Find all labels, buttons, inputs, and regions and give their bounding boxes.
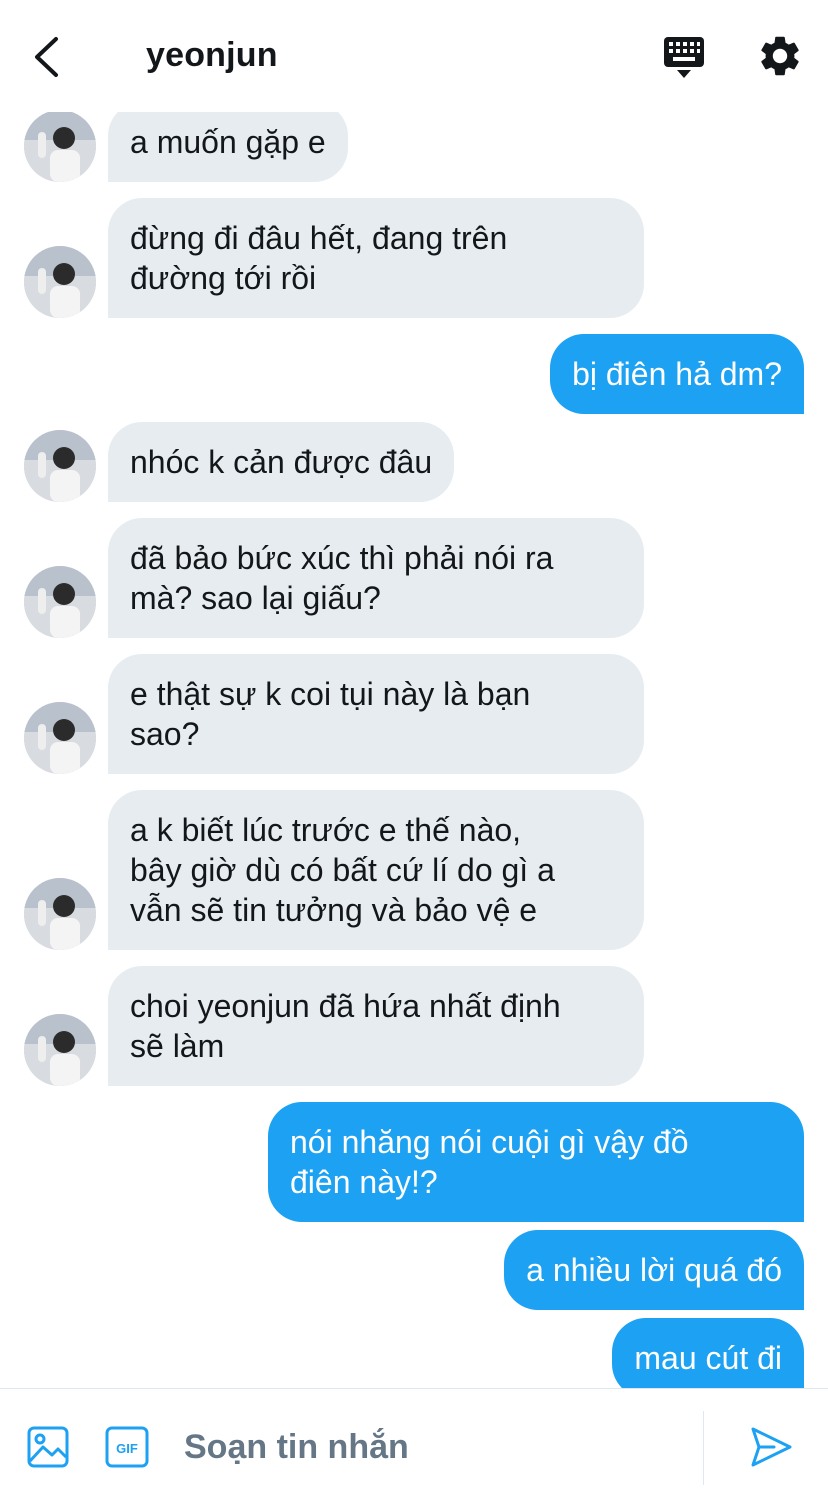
avatar[interactable] [24,878,96,950]
message-bubble[interactable]: bị điên hả dm? [550,334,804,414]
image-icon [27,1426,69,1468]
conversation-header: yeonjun [0,0,828,112]
message-bubble[interactable]: nói nhăng nói cuội gì vậy đồ điên này!? [268,1102,804,1222]
avatar[interactable] [24,1014,96,1086]
gear-icon [761,36,799,76]
add-image-button[interactable] [26,1425,70,1469]
message-composer: GIF [0,1388,828,1491]
avatar[interactable] [24,702,96,774]
message-bubble[interactable]: e thật sự k coi tụi này là bạn sao? [108,654,644,774]
message-bubble[interactable]: nhóc k cản được đâu [108,422,455,502]
message-bubble[interactable]: đã bảo bức xúc thì phải nói ra mà? sao l… [108,518,644,638]
svg-text:GIF: GIF [116,1441,138,1456]
message-bubble[interactable]: a k biết lúc trước e thế nào, bây giờ dù… [108,790,644,950]
conversation-title: yeonjun [146,36,278,74]
message-bubble[interactable]: đừng đi đâu hết, đang trên đường tới rồi [108,198,644,318]
message-bubble[interactable]: choi yeonjun đã hứa nhất định sẽ làm [108,966,644,1086]
keyboard-icon [664,37,704,78]
send-button[interactable] [748,1425,794,1469]
composer-divider [703,1411,704,1485]
add-gif-button[interactable]: GIF [104,1425,150,1469]
settings-button[interactable] [756,32,804,80]
message-list[interactable]: a muốn gặp e đừng đi đâu hết, đang trên … [0,0,828,1388]
gif-icon: GIF [105,1426,149,1468]
avatar[interactable] [24,110,96,182]
send-icon [751,1427,792,1467]
message-bubble[interactable]: a muốn gặp e [108,102,348,182]
chevron-left-icon [35,37,58,77]
message-bubble[interactable]: mau cút đi [612,1318,804,1388]
avatar[interactable] [24,566,96,638]
back-button[interactable] [26,34,66,80]
avatar[interactable] [24,246,96,318]
keyboard-shortcuts-button[interactable] [660,34,708,80]
avatar[interactable] [24,430,96,502]
compose-message-input[interactable] [184,1419,684,1475]
message-bubble[interactable]: a nhiều lời quá đó [504,1230,804,1310]
